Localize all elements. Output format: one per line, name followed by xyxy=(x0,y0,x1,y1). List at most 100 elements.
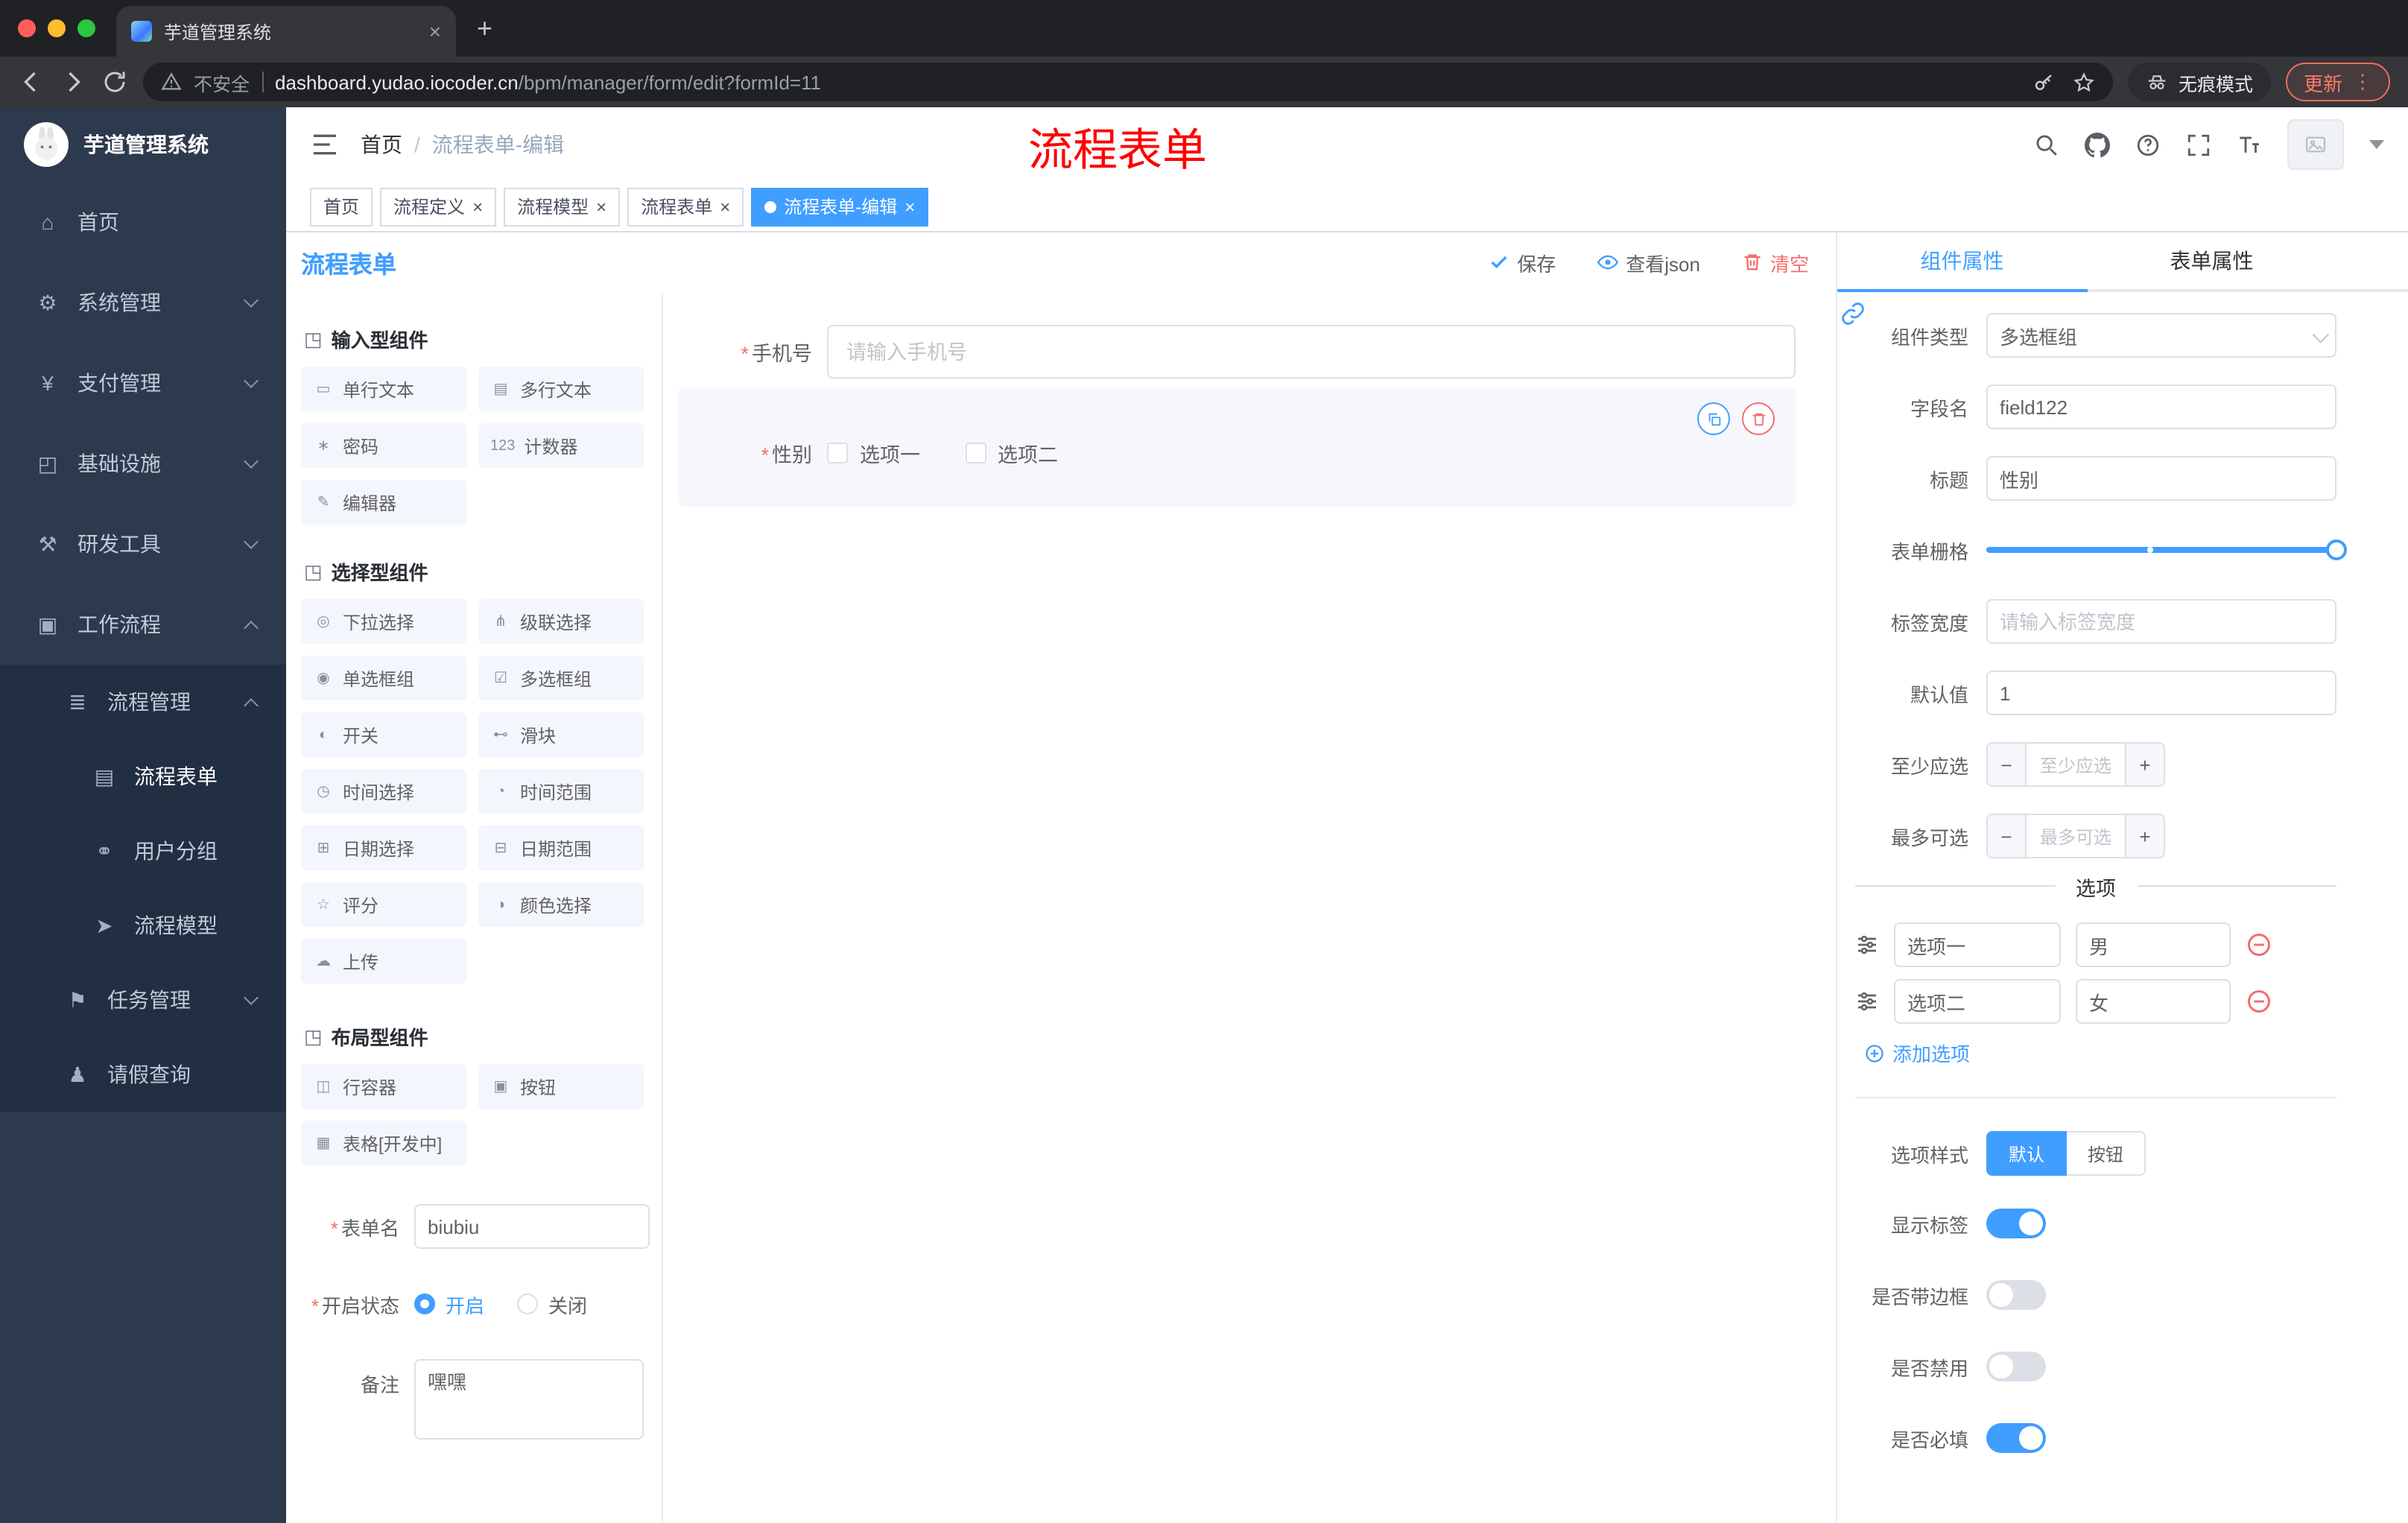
tab-component-props[interactable]: 组件属性 xyxy=(1837,232,2087,292)
new-tab-button[interactable]: + xyxy=(477,13,492,45)
disabled-toggle[interactable] xyxy=(1986,1352,2046,1381)
remove-option-icon[interactable] xyxy=(2246,931,2272,958)
phone-input[interactable] xyxy=(827,325,1796,379)
component-time-range[interactable]: ◔ 时间范围 xyxy=(478,769,644,814)
component-editor[interactable]: ✎ 编辑器 xyxy=(301,480,466,525)
forward-icon[interactable] xyxy=(60,69,86,95)
sidebar-item-process-form[interactable]: ▤ 流程表单 xyxy=(0,739,286,814)
style-button-button[interactable]: 按钮 xyxy=(2067,1131,2146,1176)
option-label-input[interactable] xyxy=(1894,979,2061,1024)
sidebar-item-workflow[interactable]: ▣ 工作流程 xyxy=(0,584,286,665)
component-upload[interactable]: ☁ 上传 xyxy=(301,939,466,984)
address-input[interactable]: 不安全 dashboard.yudao.iocoder.cn/bpm/manag… xyxy=(143,63,2113,101)
hamburger-icon[interactable] xyxy=(310,130,340,159)
clear-button[interactable]: 清空 xyxy=(1742,248,1809,276)
save-button[interactable]: 保存 xyxy=(1489,248,1556,276)
help-icon[interactable] xyxy=(2135,132,2161,157)
component-rate[interactable]: ☆ 评分 xyxy=(301,882,466,927)
option-label-input[interactable] xyxy=(1894,922,2061,967)
close-icon[interactable]: × xyxy=(596,197,606,215)
font-size-icon[interactable] xyxy=(2237,132,2262,157)
add-option-button[interactable]: 添加选项 xyxy=(1864,1039,2336,1067)
sidebar-item-payment[interactable]: ¥ 支付管理 xyxy=(0,343,286,423)
tab-form-props[interactable]: 表单属性 xyxy=(2087,232,2336,289)
component-password[interactable]: ∗ 密码 xyxy=(301,423,466,468)
status-off-radio[interactable]: 关闭 xyxy=(517,1290,587,1318)
max-select-value[interactable]: 最多可选 xyxy=(2027,815,2125,857)
browser-menu-icon[interactable]: ⋮ xyxy=(2353,70,2372,94)
github-icon[interactable] xyxy=(2085,132,2110,157)
component-counter[interactable]: 123 计数器 xyxy=(478,423,644,468)
tag-home[interactable]: 首页 xyxy=(310,187,373,226)
min-select-value[interactable]: 至少应选 xyxy=(2027,744,2125,785)
window-close-button[interactable] xyxy=(18,19,36,37)
minus-button[interactable]: − xyxy=(1988,744,2027,785)
close-icon[interactable]: × xyxy=(904,197,915,215)
sidebar-item-devtools[interactable]: ⚒ 研发工具 xyxy=(0,504,286,584)
tag-process-definition[interactable]: 流程定义 × xyxy=(380,187,497,226)
close-icon[interactable]: × xyxy=(720,197,730,215)
label-width-input[interactable] xyxy=(1986,599,2336,644)
avatar-caret-icon[interactable] xyxy=(2369,140,2384,149)
field-name-input[interactable] xyxy=(1986,384,2336,429)
browser-update-button[interactable]: 更新 ⋮ xyxy=(2285,63,2390,101)
close-icon[interactable]: × xyxy=(472,197,483,215)
window-minimize-button[interactable] xyxy=(48,19,66,37)
border-toggle[interactable] xyxy=(1986,1280,2046,1310)
title-input[interactable] xyxy=(1986,456,2336,501)
tag-process-model[interactable]: 流程模型 × xyxy=(504,187,621,226)
minus-button[interactable]: − xyxy=(1988,815,2027,857)
component-table[interactable]: ▦ 表格[开发中] xyxy=(301,1121,466,1165)
avatar[interactable] xyxy=(2287,119,2344,170)
delete-field-button[interactable] xyxy=(1742,402,1775,435)
component-radio-group[interactable]: ◉ 单选框组 xyxy=(301,656,466,700)
bookmark-star-icon[interactable] xyxy=(2073,71,2095,93)
component-type-value[interactable] xyxy=(1986,313,2336,358)
component-type-select[interactable] xyxy=(1986,313,2336,358)
component-multi-line-text[interactable]: ▤ 多行文本 xyxy=(478,367,644,411)
required-toggle[interactable] xyxy=(1986,1423,2046,1453)
sidebar-item-system[interactable]: ⚙ 系统管理 xyxy=(0,262,286,343)
remove-option-icon[interactable] xyxy=(2246,988,2272,1015)
security-label[interactable]: 不安全 xyxy=(194,68,250,96)
slider-track[interactable] xyxy=(1986,539,2347,560)
copy-field-button[interactable] xyxy=(1697,402,1730,435)
reload-icon[interactable] xyxy=(101,69,128,95)
component-checkbox-group[interactable]: ☑ 多选框组 xyxy=(478,656,644,700)
plus-button[interactable]: + xyxy=(2125,815,2164,857)
component-button[interactable]: ▣ 按钮 xyxy=(478,1064,644,1109)
field-gender-selected[interactable]: * 性别 选项一 选项二 xyxy=(678,387,1796,507)
sidebar-item-user-group[interactable]: ⚭ 用户分组 xyxy=(0,814,286,888)
status-on-radio[interactable]: 开启 xyxy=(414,1290,484,1318)
component-color-picker[interactable]: ◑ 颜色选择 xyxy=(478,882,644,927)
component-single-line-text[interactable]: ▭ 单行文本 xyxy=(301,367,466,411)
option-value-input[interactable] xyxy=(2076,979,2231,1024)
gender-option-2-checkbox[interactable]: 选项二 xyxy=(965,438,1058,468)
show-label-toggle[interactable] xyxy=(1986,1209,2046,1238)
drag-handle-icon[interactable] xyxy=(1855,990,1879,1013)
grid-slider[interactable] xyxy=(1986,528,2347,572)
option-value-input[interactable] xyxy=(2076,922,2231,967)
component-dropdown-select[interactable]: ◎ 下拉选择 xyxy=(301,599,466,644)
sidebar-item-infrastructure[interactable]: ◰ 基础设施 xyxy=(0,423,286,504)
tag-process-form-edit[interactable]: 流程表单-编辑 × xyxy=(751,187,929,226)
form-name-input[interactable] xyxy=(414,1204,650,1249)
component-time-picker[interactable]: ◷ 时间选择 xyxy=(301,769,466,814)
tab-close-icon[interactable]: × xyxy=(429,21,441,42)
component-slider[interactable]: ⊷ 滑块 xyxy=(478,712,644,757)
browser-tab[interactable]: 芋道管理系统 × xyxy=(116,6,456,57)
back-icon[interactable] xyxy=(18,69,45,95)
component-switch[interactable]: ◐ 开关 xyxy=(301,712,466,757)
tag-process-form[interactable]: 流程表单 × xyxy=(627,187,744,226)
gender-option-1-checkbox[interactable]: 选项一 xyxy=(827,438,920,468)
remark-textarea[interactable]: 嘿嘿 xyxy=(414,1359,644,1440)
sidebar-item-home[interactable]: ⌂ 首页 xyxy=(0,182,286,262)
search-icon[interactable] xyxy=(2034,132,2059,157)
breadcrumb-home[interactable]: 首页 xyxy=(361,130,402,159)
form-canvas[interactable]: * 手机号 请输入手机号 * 性别 选项一 选项二 xyxy=(663,292,1836,1523)
field-phone[interactable]: * 手机号 xyxy=(663,325,1796,379)
sidebar-item-process-management[interactable]: ≣ 流程管理 xyxy=(0,665,286,739)
component-cascader[interactable]: ⋔ 级联选择 xyxy=(478,599,644,644)
password-key-icon[interactable] xyxy=(2032,71,2055,93)
fullscreen-icon[interactable] xyxy=(2186,132,2211,157)
